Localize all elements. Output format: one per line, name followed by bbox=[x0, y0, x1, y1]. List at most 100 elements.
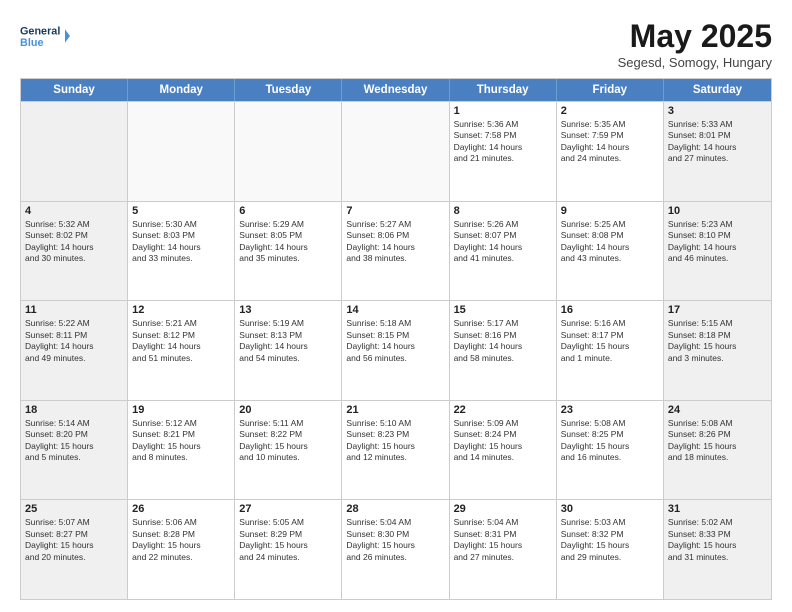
day-info: Sunrise: 5:22 AM Sunset: 8:11 PM Dayligh… bbox=[25, 318, 123, 364]
day-number: 3 bbox=[668, 105, 767, 117]
day-info: Sunrise: 5:30 AM Sunset: 8:03 PM Dayligh… bbox=[132, 219, 230, 265]
cal-cell-1-0: 4 Sunrise: 5:32 AM Sunset: 8:02 PM Daylig… bbox=[21, 202, 128, 301]
svg-text:Blue: Blue bbox=[20, 37, 43, 49]
header-day-saturday: Saturday bbox=[664, 79, 771, 101]
day-info: Sunrise: 5:16 AM Sunset: 8:17 PM Dayligh… bbox=[561, 318, 659, 364]
day-info: Sunrise: 5:18 AM Sunset: 8:15 PM Dayligh… bbox=[346, 318, 444, 364]
day-info: Sunrise: 5:19 AM Sunset: 8:13 PM Dayligh… bbox=[239, 318, 337, 364]
day-number: 10 bbox=[668, 205, 767, 217]
cal-cell-3-5: 23 Sunrise: 5:08 AM Sunset: 8:25 PM Dayli… bbox=[557, 401, 664, 500]
day-info: Sunrise: 5:11 AM Sunset: 8:22 PM Dayligh… bbox=[239, 418, 337, 464]
day-number: 4 bbox=[25, 205, 123, 217]
cal-cell-0-1 bbox=[128, 102, 235, 201]
day-number: 28 bbox=[346, 503, 444, 515]
day-info: Sunrise: 5:33 AM Sunset: 8:01 PM Dayligh… bbox=[668, 119, 767, 165]
header-day-wednesday: Wednesday bbox=[342, 79, 449, 101]
day-number: 18 bbox=[25, 404, 123, 416]
day-info: Sunrise: 5:08 AM Sunset: 8:26 PM Dayligh… bbox=[668, 418, 767, 464]
cal-cell-3-4: 22 Sunrise: 5:09 AM Sunset: 8:24 PM Dayli… bbox=[450, 401, 557, 500]
cal-cell-4-1: 26Sunrise: 5:06 AM Sunset: 8:28 PM Dayli… bbox=[128, 500, 235, 599]
page: General Blue May 2025 Segesd, Somogy, Hu… bbox=[0, 0, 792, 612]
day-info: Sunrise: 5:02 AM Sunset: 8:33 PM Dayligh… bbox=[668, 517, 767, 563]
day-number: 7 bbox=[346, 205, 444, 217]
day-number: 27 bbox=[239, 503, 337, 515]
day-number: 6 bbox=[239, 205, 337, 217]
month-title: May 2025 bbox=[618, 18, 772, 55]
day-number: 26 bbox=[132, 503, 230, 515]
day-number: 15 bbox=[454, 304, 552, 316]
location: Segesd, Somogy, Hungary bbox=[618, 55, 772, 70]
day-info: Sunrise: 5:32 AM Sunset: 8:02 PM Dayligh… bbox=[25, 219, 123, 265]
cal-cell-0-6: 3 Sunrise: 5:33 AM Sunset: 8:01 PM Daylig… bbox=[664, 102, 771, 201]
cal-cell-3-2: 20 Sunrise: 5:11 AM Sunset: 8:22 PM Dayli… bbox=[235, 401, 342, 500]
day-info: Sunrise: 5:07 AM Sunset: 8:27 PM Dayligh… bbox=[25, 517, 123, 563]
cal-cell-2-0: 11 Sunrise: 5:22 AM Sunset: 8:11 PM Dayli… bbox=[21, 301, 128, 400]
cal-cell-1-1: 5 Sunrise: 5:30 AM Sunset: 8:03 PM Daylig… bbox=[128, 202, 235, 301]
cal-cell-4-6: 31 Sunrise: 5:02 AM Sunset: 8:33 PM Dayli… bbox=[664, 500, 771, 599]
cal-cell-1-4: 8 Sunrise: 5:26 AM Sunset: 8:07 PM Daylig… bbox=[450, 202, 557, 301]
cal-cell-2-6: 17 Sunrise: 5:15 AM Sunset: 8:18 PM Dayli… bbox=[664, 301, 771, 400]
day-number: 20 bbox=[239, 404, 337, 416]
header-day-friday: Friday bbox=[557, 79, 664, 101]
day-number: 13 bbox=[239, 304, 337, 316]
cal-cell-0-2 bbox=[235, 102, 342, 201]
header-day-monday: Monday bbox=[128, 79, 235, 101]
cal-cell-0-4: 1Sunrise: 5:36 AM Sunset: 7:58 PM Daylig… bbox=[450, 102, 557, 201]
day-info: Sunrise: 5:14 AM Sunset: 8:20 PM Dayligh… bbox=[25, 418, 123, 464]
cal-cell-1-6: 10Sunrise: 5:23 AM Sunset: 8:10 PM Dayli… bbox=[664, 202, 771, 301]
day-info: Sunrise: 5:03 AM Sunset: 8:32 PM Dayligh… bbox=[561, 517, 659, 563]
cal-cell-2-4: 15 Sunrise: 5:17 AM Sunset: 8:16 PM Dayli… bbox=[450, 301, 557, 400]
cal-cell-0-3 bbox=[342, 102, 449, 201]
cal-cell-4-3: 28 Sunrise: 5:04 AM Sunset: 8:30 PM Dayli… bbox=[342, 500, 449, 599]
cal-cell-1-5: 9Sunrise: 5:25 AM Sunset: 8:08 PM Daylig… bbox=[557, 202, 664, 301]
cal-cell-3-1: 19Sunrise: 5:12 AM Sunset: 8:21 PM Dayli… bbox=[128, 401, 235, 500]
cal-cell-3-6: 24 Sunrise: 5:08 AM Sunset: 8:26 PM Dayli… bbox=[664, 401, 771, 500]
day-number: 31 bbox=[668, 503, 767, 515]
day-info: Sunrise: 5:25 AM Sunset: 8:08 PM Dayligh… bbox=[561, 219, 659, 265]
day-number: 5 bbox=[132, 205, 230, 217]
cal-cell-3-3: 21Sunrise: 5:10 AM Sunset: 8:23 PM Dayli… bbox=[342, 401, 449, 500]
day-info: Sunrise: 5:05 AM Sunset: 8:29 PM Dayligh… bbox=[239, 517, 337, 563]
header-day-sunday: Sunday bbox=[21, 79, 128, 101]
cal-cell-4-0: 25 Sunrise: 5:07 AM Sunset: 8:27 PM Dayli… bbox=[21, 500, 128, 599]
week-row-4: 18 Sunrise: 5:14 AM Sunset: 8:20 PM Dayli… bbox=[21, 400, 771, 500]
day-number: 1 bbox=[454, 105, 552, 117]
cal-cell-2-2: 13 Sunrise: 5:19 AM Sunset: 8:13 PM Dayli… bbox=[235, 301, 342, 400]
day-number: 11 bbox=[25, 304, 123, 316]
week-row-5: 25 Sunrise: 5:07 AM Sunset: 8:27 PM Dayli… bbox=[21, 499, 771, 599]
day-info: Sunrise: 5:15 AM Sunset: 8:18 PM Dayligh… bbox=[668, 318, 767, 364]
day-number: 29 bbox=[454, 503, 552, 515]
day-info: Sunrise: 5:26 AM Sunset: 8:07 PM Dayligh… bbox=[454, 219, 552, 265]
week-row-1: 1Sunrise: 5:36 AM Sunset: 7:58 PM Daylig… bbox=[21, 101, 771, 201]
calendar-header: SundayMondayTuesdayWednesdayThursdayFrid… bbox=[21, 79, 771, 101]
day-info: Sunrise: 5:29 AM Sunset: 8:05 PM Dayligh… bbox=[239, 219, 337, 265]
day-number: 24 bbox=[668, 404, 767, 416]
day-info: Sunrise: 5:04 AM Sunset: 8:30 PM Dayligh… bbox=[346, 517, 444, 563]
cal-cell-2-5: 16Sunrise: 5:16 AM Sunset: 8:17 PM Dayli… bbox=[557, 301, 664, 400]
cal-cell-4-5: 30 Sunrise: 5:03 AM Sunset: 8:32 PM Dayli… bbox=[557, 500, 664, 599]
calendar: SundayMondayTuesdayWednesdayThursdayFrid… bbox=[20, 78, 772, 600]
day-number: 22 bbox=[454, 404, 552, 416]
day-info: Sunrise: 5:08 AM Sunset: 8:25 PM Dayligh… bbox=[561, 418, 659, 464]
day-number: 21 bbox=[346, 404, 444, 416]
header: General Blue May 2025 Segesd, Somogy, Hu… bbox=[20, 18, 772, 70]
day-number: 2 bbox=[561, 105, 659, 117]
cal-cell-2-3: 14 Sunrise: 5:18 AM Sunset: 8:15 PM Dayli… bbox=[342, 301, 449, 400]
day-number: 25 bbox=[25, 503, 123, 515]
week-row-2: 4 Sunrise: 5:32 AM Sunset: 8:02 PM Daylig… bbox=[21, 201, 771, 301]
cal-cell-0-0 bbox=[21, 102, 128, 201]
day-number: 8 bbox=[454, 205, 552, 217]
day-info: Sunrise: 5:17 AM Sunset: 8:16 PM Dayligh… bbox=[454, 318, 552, 364]
logo-svg: General Blue bbox=[20, 18, 70, 54]
calendar-body: 1Sunrise: 5:36 AM Sunset: 7:58 PM Daylig… bbox=[21, 101, 771, 599]
day-number: 14 bbox=[346, 304, 444, 316]
logo: General Blue bbox=[20, 18, 70, 54]
day-info: Sunrise: 5:27 AM Sunset: 8:06 PM Dayligh… bbox=[346, 219, 444, 265]
cal-cell-4-4: 29Sunrise: 5:04 AM Sunset: 8:31 PM Dayli… bbox=[450, 500, 557, 599]
header-day-thursday: Thursday bbox=[450, 79, 557, 101]
day-info: Sunrise: 5:09 AM Sunset: 8:24 PM Dayligh… bbox=[454, 418, 552, 464]
day-number: 30 bbox=[561, 503, 659, 515]
cal-cell-3-0: 18 Sunrise: 5:14 AM Sunset: 8:20 PM Dayli… bbox=[21, 401, 128, 500]
day-number: 23 bbox=[561, 404, 659, 416]
day-number: 17 bbox=[668, 304, 767, 316]
